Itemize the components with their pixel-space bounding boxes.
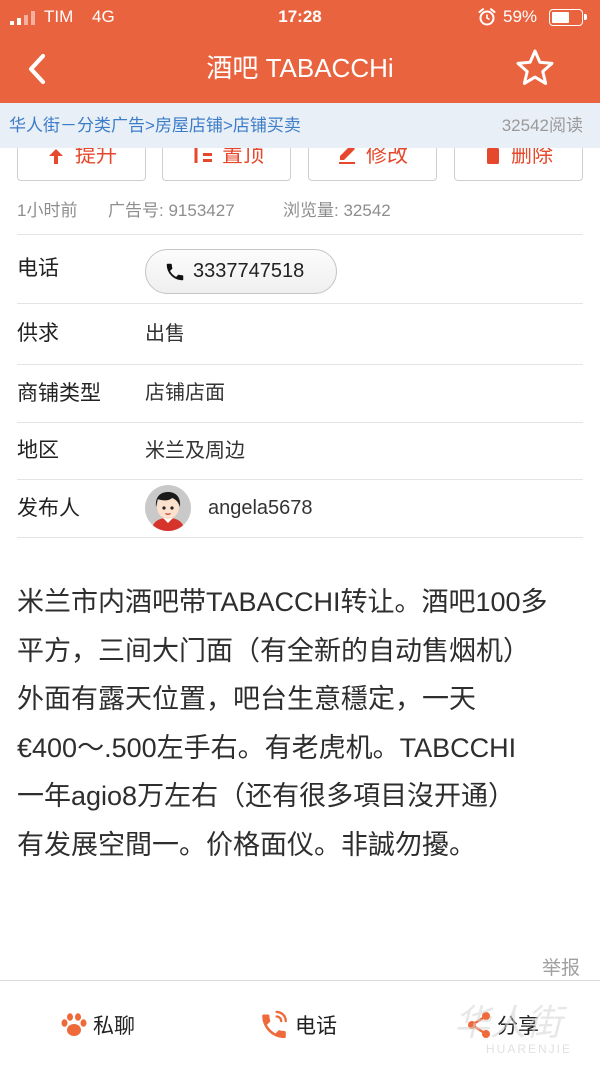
region-label: 地区 <box>17 439 59 462</box>
shop-type-label: 商铺类型 <box>17 382 101 405</box>
supply-value: 出售 <box>145 323 185 345</box>
ad-id-value: 9153427 <box>168 201 235 220</box>
page-title: 酒吧 TABACCHi <box>206 53 394 83</box>
ad-id: 广告号: 9153427 <box>108 200 235 222</box>
avatar[interactable] <box>145 485 191 531</box>
breadcrumb-item-classifieds[interactable]: 华人街－分类广告 <box>9 116 145 135</box>
detail-row-shop-type: 商铺类型 店铺店面 <box>17 364 583 422</box>
nav-header: 酒吧 TABACCHi <box>0 34 600 103</box>
breadcrumb-item-shop-sale[interactable]: 店铺买卖 <box>233 116 301 135</box>
ad-id-label: 广告号: <box>108 201 164 220</box>
breadcrumb-separator: > <box>145 116 155 135</box>
view-count: 浏览量: 32542 <box>283 200 391 222</box>
favorite-button[interactable] <box>515 48 555 88</box>
battery-fill <box>552 12 569 23</box>
back-button[interactable] <box>22 50 52 88</box>
call-button[interactable]: 电话 <box>258 981 337 1068</box>
detail-row-supply: 供求 出售 <box>17 303 583 364</box>
phone-number: 3337747518 <box>193 260 305 282</box>
shop-type-value: 店铺店面 <box>145 382 225 404</box>
battery-percentage: 59% <box>503 7 538 26</box>
posted-time: 1小时前 <box>17 201 78 220</box>
phone-icon <box>258 1008 290 1042</box>
carrier-name: TIM <box>44 7 74 26</box>
share-label: 分享 <box>497 1014 539 1038</box>
clock: 17:28 <box>278 7 322 26</box>
network-type: 4G <box>92 7 115 26</box>
description-line: €400～.500左手右。有老虎机。TABCCHI <box>17 732 517 763</box>
battery-nub <box>584 14 587 20</box>
post-meta: 1小时前 广告号: 9153427 浏览量: 32542 <box>17 200 583 222</box>
private-chat-button[interactable]: 私聊 <box>60 981 135 1068</box>
breadcrumb-separator: > <box>222 116 233 135</box>
supply-label: 供求 <box>17 322 59 345</box>
battery-icon <box>549 9 587 26</box>
private-chat-label: 私聊 <box>93 1014 135 1038</box>
breadcrumb: 华人街－分类广告>房屋店铺>店铺买卖 32542阅读 <box>0 103 600 148</box>
detail-row-phone: 电话 3337747518 <box>17 234 583 303</box>
description-line: 外面有露天位置，吧台生意穩定，一天 <box>17 684 476 714</box>
signal-icon <box>10 10 38 30</box>
call-phone-button[interactable]: 3337747518 <box>145 249 337 294</box>
description-line: 米兰市内酒吧带TABACCHI转让。酒吧100多 <box>17 587 548 617</box>
view-count-value: 32542 <box>343 201 391 220</box>
paw-icon <box>60 1012 88 1038</box>
battery-track <box>552 12 580 23</box>
phone-icon <box>166 263 184 280</box>
breadcrumb-path: 华人街－分类广告>房屋店铺>店铺买卖 <box>9 103 301 148</box>
region-value: 米兰及周边 <box>145 440 245 462</box>
read-count: 32542阅读 <box>501 116 583 135</box>
ad-description: 米兰市内酒吧带TABACCHI转让。酒吧100多 平方，三间大门面（有全新的自动… <box>17 578 583 869</box>
call-label: 电话 <box>295 1014 337 1038</box>
share-button[interactable]: 分享 <box>466 981 539 1068</box>
share-icon <box>466 1011 492 1039</box>
report-link[interactable]: 举报 <box>542 957 580 981</box>
publisher-name[interactable]: angela5678 <box>208 480 313 537</box>
description-line: 有发展空間一。价格面仪。非誠勿擾。 <box>17 829 476 860</box>
detail-row-publisher: 发布人 angela5678 <box>17 479 583 538</box>
star-icon <box>516 49 554 85</box>
view-count-label: 浏览量: <box>283 201 339 220</box>
bottom-action-bar: 私聊 电话 分享 <box>0 980 600 1068</box>
chevron-left-icon <box>28 53 46 85</box>
description-line: 一年agio8万左右（还有很多項目沒开通） <box>17 781 516 811</box>
description-line: 平方，三间大门面（有全新的自动售烟机） <box>17 635 530 666</box>
breadcrumb-item-property-shops[interactable]: 房屋店铺 <box>155 116 223 135</box>
phone-label: 电话 <box>17 257 59 280</box>
status-bar: TIM 4G 17:28 59% <box>0 0 600 34</box>
alarm-icon <box>477 7 497 32</box>
publisher-label: 发布人 <box>17 497 80 520</box>
detail-row-region: 地区 米兰及周边 <box>17 422 583 479</box>
